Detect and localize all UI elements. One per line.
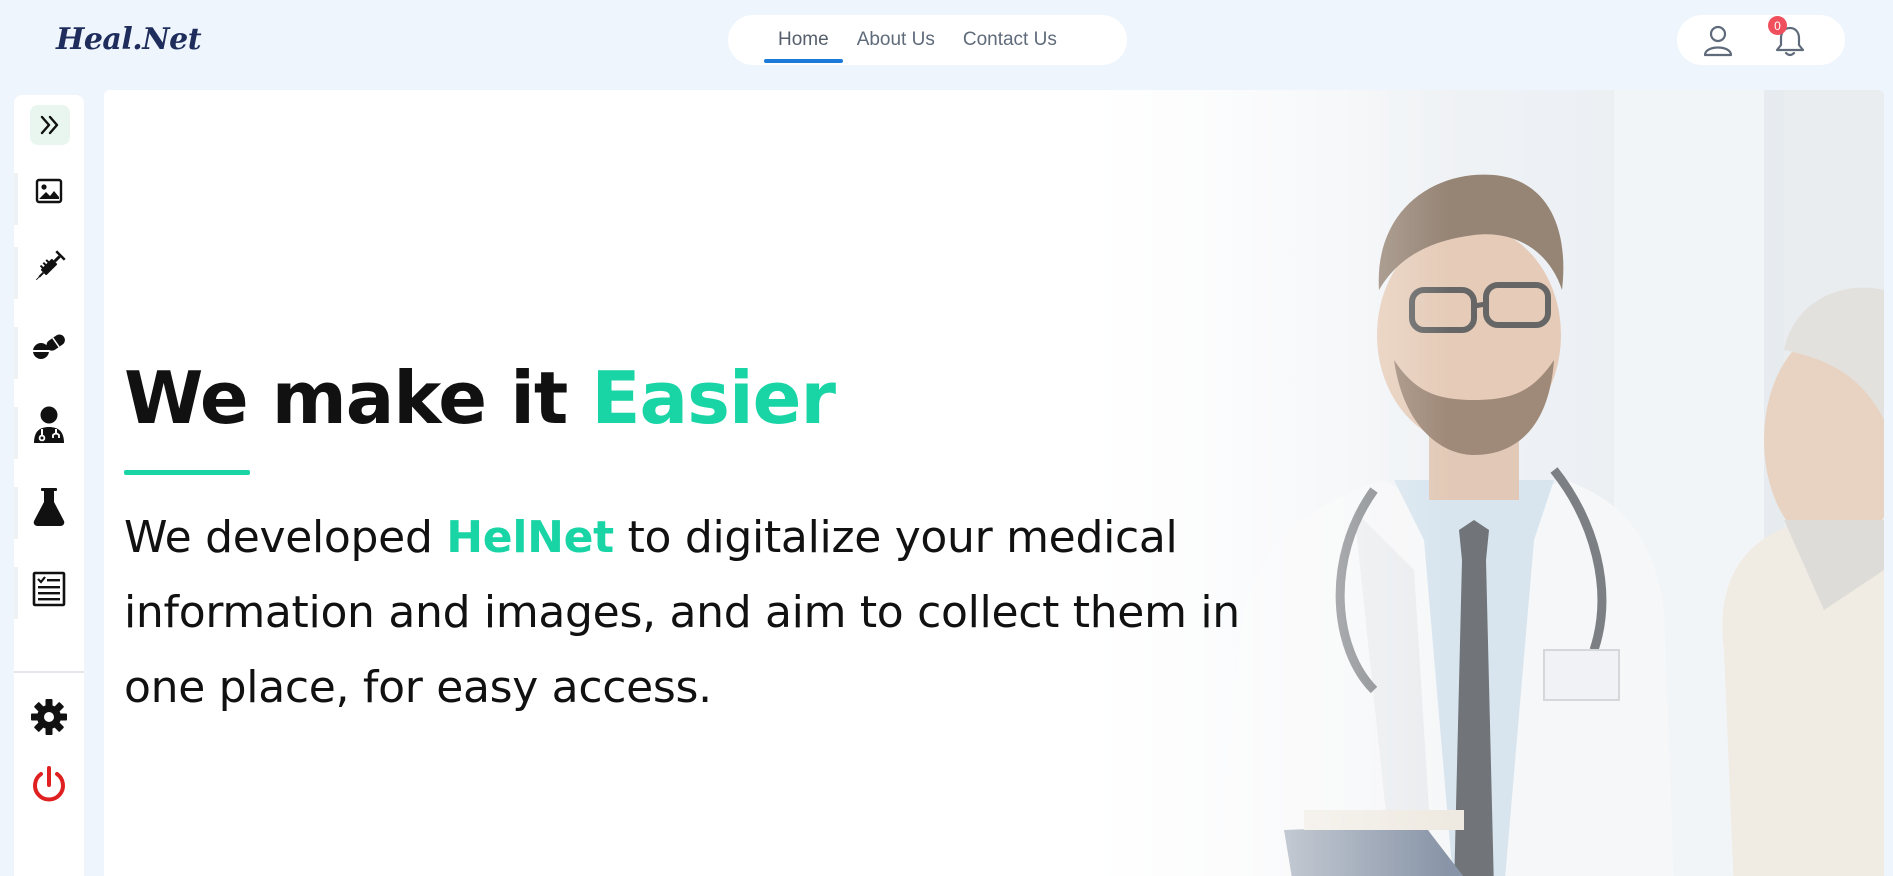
sidebar-toggle-button[interactable]	[30, 105, 70, 145]
sidebar-marker	[14, 487, 18, 539]
syringe-icon	[35, 250, 66, 281]
gear-icon	[31, 699, 67, 735]
nav-home[interactable]: Home	[764, 15, 843, 65]
app-logo[interactable]: Heal.Net	[56, 22, 202, 57]
headline-main: We make it	[124, 356, 592, 440]
flask-icon	[33, 488, 65, 526]
sidebar-item-medications[interactable]	[27, 325, 71, 369]
sidebar-item-settings[interactable]	[27, 695, 71, 739]
desc-part-1: We developed	[124, 512, 447, 563]
image-icon	[35, 178, 63, 204]
sidebar-marker	[14, 247, 18, 299]
notification-badge: 0	[1768, 16, 1787, 35]
hero-description: We developed HelNet to digitalize your m…	[124, 500, 1304, 725]
nav-contact-us[interactable]: Contact Us	[949, 15, 1071, 65]
sidebar	[14, 95, 84, 876]
pills-icon	[33, 334, 65, 359]
sidebar-item-images[interactable]	[27, 169, 71, 213]
top-nav: Home About Us Contact Us	[728, 15, 1127, 65]
sidebar-marker	[14, 407, 18, 459]
sidebar-item-logout[interactable]	[27, 763, 71, 807]
report-icon	[32, 571, 66, 607]
user-icon[interactable]	[1701, 23, 1735, 57]
headline-underline	[124, 470, 250, 475]
sidebar-item-reports[interactable]	[27, 567, 71, 611]
doctor-patient-photo	[1094, 90, 1884, 876]
power-icon	[33, 766, 65, 802]
sidebar-marker	[14, 173, 18, 225]
sidebar-divider	[14, 671, 84, 673]
sidebar-marker	[14, 567, 18, 619]
headline-accent: Easier	[591, 356, 836, 440]
desc-brand: HelNet	[446, 512, 614, 563]
double-chevron-right-icon	[40, 115, 59, 135]
nav-about-us[interactable]: About Us	[843, 15, 949, 65]
sidebar-item-vaccines[interactable]	[27, 245, 71, 289]
header-actions: 0	[1677, 15, 1845, 65]
sidebar-marker	[14, 327, 18, 379]
hero-headline: We make it Easier	[124, 356, 836, 440]
sidebar-item-lab-tests[interactable]	[27, 485, 71, 529]
hero-section: We make it Easier We developed HelNet to…	[104, 90, 1884, 876]
doctor-icon	[34, 406, 64, 443]
sidebar-item-doctors[interactable]	[27, 403, 71, 447]
